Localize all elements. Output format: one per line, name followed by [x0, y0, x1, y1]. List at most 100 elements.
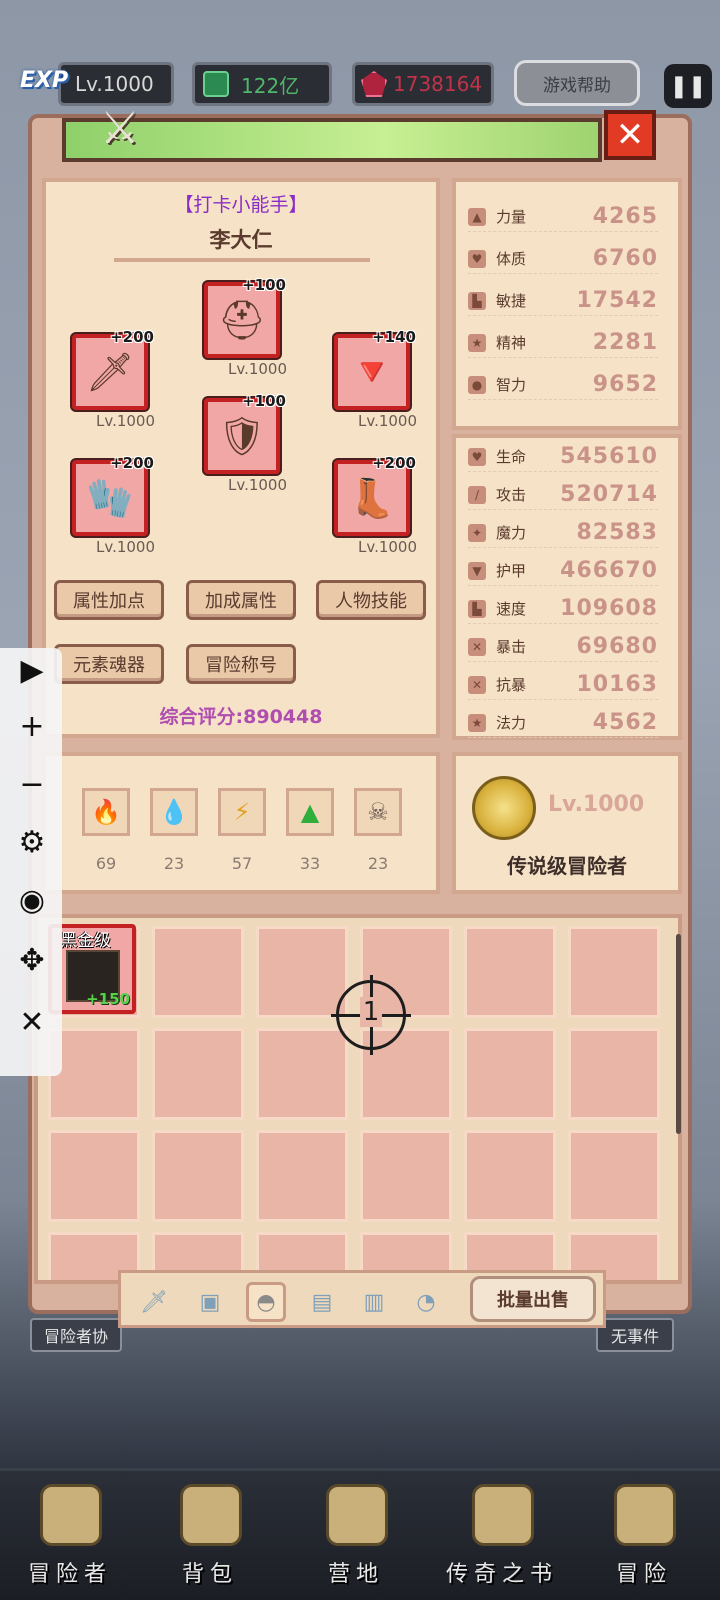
character-skills-button[interactable]: 人物技能 — [316, 580, 426, 620]
inventory-cell[interactable] — [464, 926, 556, 1018]
emerald-icon — [203, 71, 229, 97]
play-button[interactable]: ▶ — [10, 648, 54, 692]
helmet-slot[interactable]: ⛑ +100 — [204, 276, 286, 358]
inventory-cell[interactable] — [256, 1130, 348, 1222]
overlay-toolbar: ▶ + − ⚙ ◉ ✥ ✕ — [0, 648, 62, 1076]
stat-value: 4265 — [592, 204, 658, 229]
nav-backpack[interactable]: 背包 — [150, 1484, 270, 1594]
amulet-slot[interactable]: 🔻 +140 — [334, 328, 416, 410]
element-count: 33 — [299, 854, 321, 873]
nav-camp[interactable]: 营地 — [296, 1484, 416, 1594]
bonus-attributes-button[interactable]: 加成属性 — [186, 580, 296, 620]
tab-weapons[interactable]: 🗡 — [134, 1282, 174, 1322]
attribute-points-button[interactable]: 属性加点 — [54, 580, 164, 620]
pause-button[interactable]: ❚❚ — [664, 64, 712, 108]
nav-label: 传奇之书 — [445, 1562, 558, 1587]
pants-icon: ▥ — [363, 1289, 385, 1315]
stat-row-magic: ✦ 魔力 82583 — [468, 518, 658, 548]
boots-slot[interactable]: 👢 +200 — [334, 454, 416, 536]
armor-slot[interactable]: 🛡 +100 — [204, 392, 286, 474]
inventory-cell[interactable] — [568, 1028, 660, 1120]
nav-label: 背包 — [181, 1562, 238, 1587]
stat-value: 17542 — [576, 288, 658, 313]
inventory-cell[interactable] — [256, 1028, 348, 1120]
item-level: Lv.1000 — [358, 412, 418, 430]
hide-button[interactable]: ◉ — [10, 878, 54, 922]
weapon-slot[interactable]: 🗡 +200 — [72, 328, 154, 410]
play-icon: ▶ — [20, 652, 44, 688]
element-soul-button[interactable]: 元素魂器 — [54, 644, 164, 684]
inventory-cell[interactable] — [464, 1028, 556, 1120]
stat-name: 力量 — [496, 208, 527, 226]
inventory-cell[interactable] — [360, 1130, 452, 1222]
tab-robot[interactable]: ▤ — [302, 1282, 342, 1322]
gloves-icon: 🧤 — [86, 475, 134, 520]
heart-icon: ♥ — [468, 249, 486, 268]
move-button[interactable]: ✥ — [10, 938, 54, 982]
nav-adventurer[interactable]: 冒险者 — [10, 1484, 130, 1594]
character-title: 【打卡小能手】 — [174, 194, 308, 216]
stat-value: 466670 — [560, 558, 658, 583]
enhance-level: +200 — [372, 454, 416, 472]
brain-icon: ● — [468, 375, 486, 394]
stat-name: 法力 — [496, 714, 527, 732]
leaf-icon: ▲ — [300, 798, 320, 826]
crosshair-cursor: 1 — [331, 975, 411, 1055]
adventurer-guild-label[interactable]: 冒险者协 — [30, 1318, 122, 1352]
fire-icon: 🔥 — [91, 798, 121, 826]
adventure-title-button[interactable]: 冒险称号 — [186, 644, 296, 684]
dark-element[interactable]: ☠ — [354, 788, 402, 836]
rank-level: Lv.1000 — [548, 792, 645, 817]
inventory-cell[interactable] — [464, 1130, 556, 1222]
close-icon: ✕ — [19, 1004, 45, 1040]
element-count: 69 — [95, 854, 117, 873]
close-button[interactable]: ✕ — [604, 110, 656, 160]
gloves-slot[interactable]: 🧤 +200 — [72, 454, 154, 536]
tab-helmets[interactable]: ◓ — [246, 1282, 286, 1322]
inventory-cell[interactable] — [256, 926, 348, 1018]
stat-name: 暴击 — [496, 638, 527, 656]
stat-value: 69680 — [576, 634, 658, 659]
zoom-in-button[interactable]: + — [10, 704, 54, 748]
close-overlay-button[interactable]: ✕ — [10, 1000, 54, 1044]
inventory-scrollbar[interactable] — [676, 934, 681, 1134]
stat-row-crit-resist: ✕ 抗暴 10163 — [468, 670, 658, 700]
stat-row-crit: ✕ 暴击 69680 — [468, 632, 658, 662]
no-event-label[interactable]: 无事件 — [596, 1318, 674, 1352]
stat-value: 109608 — [560, 596, 658, 621]
fire-element[interactable]: 🔥 — [82, 788, 130, 836]
inventory-cell[interactable] — [152, 1130, 244, 1222]
inventory-cell[interactable] — [152, 926, 244, 1018]
nav-legend-book[interactable]: 传奇之书 — [442, 1484, 562, 1594]
wand-icon: ✦ — [468, 523, 486, 542]
nav-adventure[interactable]: 冒险 — [584, 1484, 704, 1594]
tab-pants[interactable]: ▥ — [354, 1282, 394, 1322]
lightning-element[interactable]: ⚡ — [218, 788, 266, 836]
nav-label: 营地 — [327, 1562, 384, 1587]
gear-icon: ⚙ — [18, 824, 46, 860]
eye-off-icon: ◉ — [18, 882, 46, 918]
enhance-level: +100 — [242, 392, 286, 410]
star-icon: ★ — [468, 713, 486, 732]
inventory-cell[interactable] — [568, 1130, 660, 1222]
gem-amount: 122亿 — [241, 73, 300, 98]
tab-armor[interactable]: ▣ — [190, 1282, 230, 1322]
game-help-button[interactable]: 游戏帮助 — [514, 60, 640, 106]
item-level: Lv.1000 — [358, 538, 418, 556]
zoom-out-button[interactable]: − — [10, 762, 54, 806]
wind-element[interactable]: ▲ — [286, 788, 334, 836]
inventory-cell[interactable] — [152, 1028, 244, 1120]
boot-icon: ▙ — [468, 291, 486, 310]
stat-value: 520714 — [560, 482, 658, 507]
settings-button[interactable]: ⚙ — [10, 820, 54, 864]
inventory-cell[interactable] — [568, 926, 660, 1018]
stat-row-speed: ▙ 速度 109608 — [468, 594, 658, 624]
stat-value: 6760 — [592, 246, 658, 271]
robot-icon: ▤ — [311, 1289, 333, 1315]
batch-sell-button[interactable]: 批量出售 — [470, 1276, 596, 1322]
item-bonus: +150 — [86, 990, 130, 1008]
water-element[interactable]: 💧 — [150, 788, 198, 836]
stat-value: 10163 — [576, 672, 658, 697]
inventory-cell[interactable] — [48, 1130, 140, 1222]
tab-rings[interactable]: ◔ — [406, 1282, 446, 1322]
